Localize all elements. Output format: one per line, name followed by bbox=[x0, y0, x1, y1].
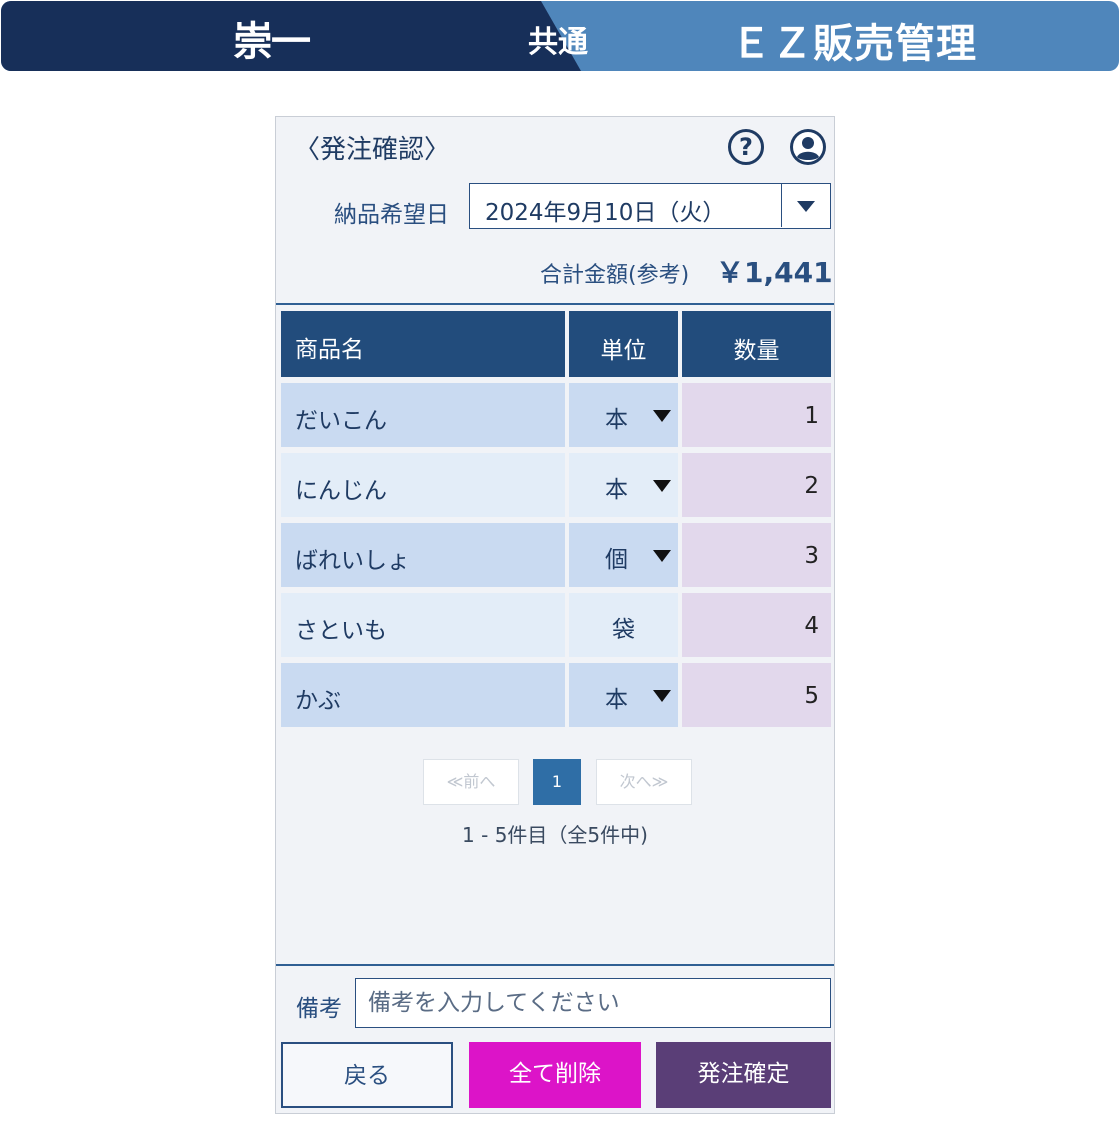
table-row-name: だいこん bbox=[281, 383, 565, 447]
brand-logo: 崇一 bbox=[233, 18, 311, 65]
quantity-field[interactable]: 2 bbox=[682, 453, 831, 517]
delete-all-button[interactable]: 全て削除 bbox=[469, 1042, 641, 1108]
unit-select[interactable]: 本 bbox=[569, 383, 678, 447]
table-row-name: かぶ bbox=[281, 663, 565, 727]
total-amount-label: 合計金額(参考) bbox=[540, 263, 690, 288]
user-icon[interactable] bbox=[790, 129, 826, 165]
product-title: ＥＺ販売管理 bbox=[731, 21, 977, 67]
banner-common-label: 共通 bbox=[528, 25, 588, 60]
caret-down-icon bbox=[653, 410, 671, 422]
quantity-field[interactable]: 1 bbox=[682, 383, 831, 447]
table-row-name: にんじん bbox=[281, 453, 565, 517]
quantity-field[interactable]: 5 bbox=[682, 663, 831, 727]
help-icon[interactable]: ? bbox=[728, 129, 764, 165]
caret-down-icon bbox=[653, 550, 671, 562]
remarks-input[interactable] bbox=[355, 978, 831, 1028]
table-row-name: ばれいしょ bbox=[281, 523, 565, 587]
caret-down-icon bbox=[653, 480, 671, 492]
confirm-order-button[interactable]: 発注確定 bbox=[656, 1042, 831, 1108]
back-button[interactable]: 戻る bbox=[281, 1042, 453, 1108]
delivery-date-select[interactable]: 2024年9月10日（火） bbox=[469, 183, 831, 229]
column-header-name: 商品名 bbox=[281, 311, 565, 377]
unit-select[interactable]: 本 bbox=[569, 663, 678, 727]
pagination-info: 1 - 5件目（全5件中) bbox=[462, 823, 648, 847]
total-amount-value: ￥1,441 bbox=[716, 256, 833, 289]
unit-value: 袋 bbox=[569, 593, 678, 657]
caret-down-icon bbox=[653, 690, 671, 702]
unit-select[interactable]: 個 bbox=[569, 523, 678, 587]
top-banner: 崇一 共通 ＥＺ販売管理 bbox=[1, 1, 1119, 71]
delivery-date-value: 2024年9月10日（火） bbox=[485, 200, 726, 226]
divider bbox=[276, 303, 834, 305]
column-header-unit: 単位 bbox=[569, 311, 678, 377]
quantity-field[interactable]: 4 bbox=[682, 593, 831, 657]
remarks-label: 備考 bbox=[296, 996, 342, 1022]
pagination-page-button[interactable]: 1 bbox=[533, 759, 581, 805]
table-row-name: さといも bbox=[281, 593, 565, 657]
divider bbox=[276, 964, 834, 966]
quantity-field[interactable]: 3 bbox=[682, 523, 831, 587]
unit-select[interactable]: 本 bbox=[569, 453, 678, 517]
pagination-prev-button[interactable]: ≪前へ bbox=[423, 759, 519, 805]
page-title: 〈発注確認〉 bbox=[294, 135, 451, 165]
chevron-down-icon[interactable] bbox=[781, 184, 830, 227]
column-header-qty: 数量 bbox=[682, 311, 831, 377]
pagination-next-button[interactable]: 次へ≫ bbox=[596, 759, 692, 805]
delivery-date-label: 納品希望日 bbox=[334, 202, 449, 228]
order-confirm-panel: 〈発注確認〉 ? 納品希望日 2024年9月10日（火） 合計金額(参考) ￥1… bbox=[275, 116, 835, 1114]
